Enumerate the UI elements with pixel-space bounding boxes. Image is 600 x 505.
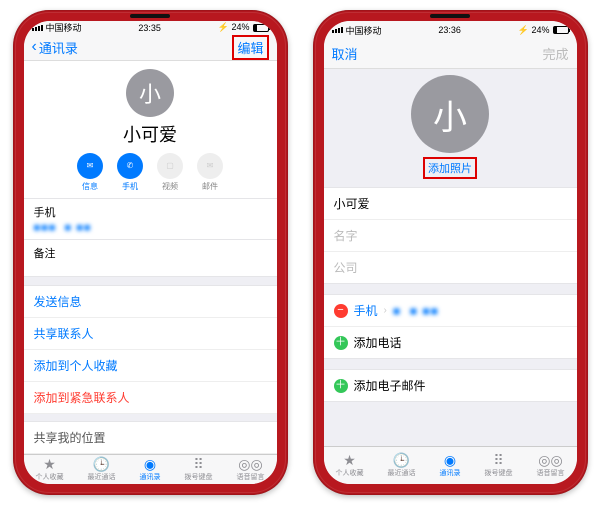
battery-icon [253,24,269,32]
add-email-row[interactable]: ＋ 添加电子邮件 [324,370,577,401]
tab-favorites[interactable]: ★个人收藏 [336,453,364,478]
link-add-emergency[interactable]: 添加到紧急联系人 [24,382,277,414]
voicemail-icon: ◎◎ [238,457,262,471]
link-share-contact[interactable]: 共享联系人 [24,318,277,350]
message-icon: ✉ [77,153,103,179]
carrier-label: 中国移动 [46,21,82,34]
phone-fields: − 手机 › ■ ■ ■■ ＋ 添加电话 [324,294,577,359]
name-fields: 小可爱 名字 公司 [324,187,577,284]
tab-voicemail[interactable]: ◎◎语音留言 [237,457,265,482]
cancel-button[interactable]: 取消 [332,44,358,63]
edit-header: 小 添加照片 [324,69,577,181]
link-list: 发送信息 共享联系人 添加到个人收藏 添加到紧急联系人 [24,285,277,414]
tab-keypad[interactable]: ⠿拨号键盘 [185,457,213,482]
add-phone-row[interactable]: ＋ 添加电话 [324,327,577,358]
nav-bar: 取消 完成 [324,39,577,69]
video-icon: ▢ [157,153,183,179]
done-button[interactable]: 完成 [542,44,568,63]
avatar[interactable]: 小 [411,75,489,153]
delete-icon[interactable]: − [334,304,348,318]
phone-left: 中国移动 23:35 ⚡ 24% ‹ 通讯录 编辑 小 小可爱 ✉ 信息 [13,10,288,495]
battery-percent: ⚡ 24% [218,22,250,33]
voicemail-icon: ◎◎ [538,453,562,467]
phone-value: ■■■ ■ ■■ [34,222,267,234]
tab-bar: ★个人收藏 🕒最近通话 ◉通讯录 ⠿拨号键盘 ◎◎语音留言 [24,454,277,484]
add-photo-button[interactable]: 添加照片 [423,157,477,179]
mail-icon: ✉ [197,153,223,179]
phone-right: 中国移动 23:36 ⚡ 24% 取消 完成 小 添加照片 小可爱 名字 公司 … [313,10,588,495]
phone-type-label[interactable]: 手机 [354,302,378,319]
back-label: 通讯录 [39,38,78,57]
tab-recents[interactable]: 🕒最近通话 [88,457,116,482]
clock-icon: 🕒 [93,457,110,471]
nav-bar: ‹ 通讯录 编辑 [24,35,277,61]
phone-icon: ✆ [117,153,143,179]
avatar: 小 [126,69,174,117]
carrier-label: 中国移动 [346,24,382,37]
contact-icon: ◉ [444,453,456,467]
back-button[interactable]: ‹ 通讯录 [32,38,78,57]
action-mail: ✉ 邮件 [197,153,223,192]
email-fields: ＋ 添加电子邮件 [324,369,577,402]
tab-favorites[interactable]: ★个人收藏 [36,457,64,482]
add-icon: ＋ [334,379,348,393]
keypad-icon: ⠿ [193,457,203,471]
clock: 23:35 [138,23,161,33]
link-add-favorite[interactable]: 添加到个人收藏 [24,350,277,382]
signal-icon [332,27,343,33]
battery-icon [553,26,569,34]
phone-label: 手机 [34,204,267,220]
star-icon: ★ [43,457,56,471]
chevron-right-icon: › [384,305,387,316]
notes-label: 备注 [34,245,267,261]
tab-recents[interactable]: 🕒最近通话 [388,453,416,478]
phone-row[interactable]: − 手机 › ■ ■ ■■ [324,295,577,327]
contact-name: 小可爱 [24,121,277,147]
screen-left: 中国移动 23:35 ⚡ 24% ‹ 通讯录 编辑 小 小可爱 ✉ 信息 [24,21,277,484]
action-call[interactable]: ✆ 手机 [117,153,143,192]
chevron-left-icon: ‹ [32,39,37,55]
notes-section[interactable]: 备注 [24,239,277,277]
action-message[interactable]: ✉ 信息 [77,153,103,192]
signal-icon [32,25,43,31]
status-bar: 中国移动 23:36 ⚡ 24% [324,21,577,39]
action-video: ▢ 视频 [157,153,183,192]
clock: 23:36 [438,25,461,35]
battery-percent: ⚡ 24% [518,25,550,36]
star-icon: ★ [343,453,356,467]
tab-contacts[interactable]: ◉通讯录 [440,453,461,478]
status-bar: 中国移动 23:35 ⚡ 24% [24,21,277,35]
contact-header: 小 小可爱 ✉ 信息 ✆ 手机 ▢ 视频 ✉ 邮件 [24,61,277,198]
keypad-icon: ⠿ [493,453,503,467]
tab-contacts[interactable]: ◉通讯录 [140,457,161,482]
link-share-location[interactable]: 共享我的位置 [24,422,277,454]
contact-icon: ◉ [144,457,156,471]
clock-icon: 🕒 [393,453,410,467]
tab-voicemail[interactable]: ◎◎语音留言 [537,453,565,478]
last-name-field[interactable]: 小可爱 [324,188,577,220]
link-send-message[interactable]: 发送信息 [24,286,277,318]
phone-value: ■ ■ ■■ [393,304,439,318]
first-name-field[interactable]: 名字 [324,220,577,252]
tab-keypad[interactable]: ⠿拨号键盘 [485,453,513,478]
edit-button[interactable]: 编辑 [232,35,268,60]
company-field[interactable]: 公司 [324,252,577,283]
screen-right: 中国移动 23:36 ⚡ 24% 取消 完成 小 添加照片 小可爱 名字 公司 … [324,21,577,484]
phone-section[interactable]: 手机 ■■■ ■ ■■ [24,198,277,240]
add-icon: ＋ [334,336,348,350]
tab-bar: ★个人收藏 🕒最近通话 ◉通讯录 ⠿拨号键盘 ◎◎语音留言 [324,446,577,484]
